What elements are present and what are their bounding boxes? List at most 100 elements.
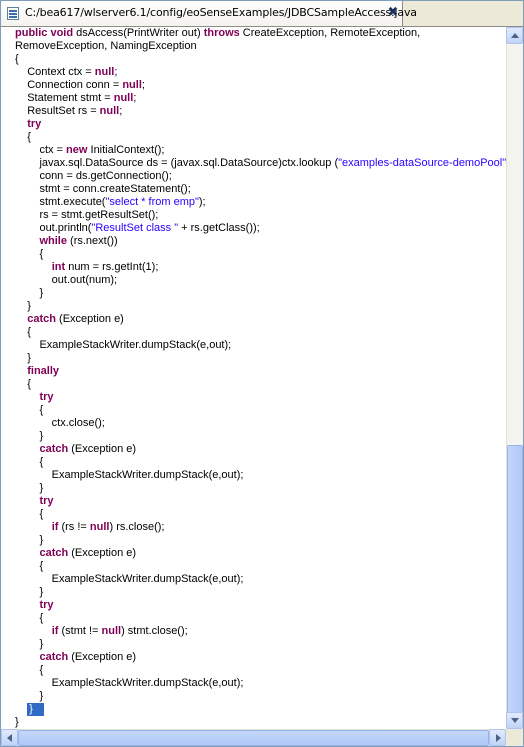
horizontal-scroll-thumb[interactable] bbox=[18, 730, 489, 746]
code-text[interactable]: public void dsAccess(PrintWriter out) th… bbox=[15, 27, 506, 729]
code-token: RemoveException, NamingException bbox=[15, 40, 197, 52]
code-token: ExampleStackWriter.dumpStack(e,out); bbox=[15, 339, 232, 351]
code-keyword: null bbox=[89, 521, 110, 533]
selected-brace: } bbox=[27, 703, 45, 716]
code-token: ctx.close(); bbox=[15, 417, 105, 429]
code-token: dsAccess(PrintWriter out) bbox=[73, 27, 204, 39]
code-token: Connection conn = bbox=[15, 79, 123, 91]
code-token: } bbox=[15, 638, 44, 650]
code-line: } bbox=[15, 703, 506, 716]
code-token: } bbox=[15, 716, 19, 728]
code-line: ctx = new InitialContext(); bbox=[15, 144, 506, 157]
code-token: (rs.next()) bbox=[66, 235, 118, 247]
code-line: ExampleStackWriter.dumpStack(e,out); bbox=[15, 677, 506, 690]
code-line: Connection conn = null; bbox=[15, 79, 506, 92]
code-token: CreateException, RemoteException, bbox=[239, 27, 421, 39]
code-token: num = rs.getInt(1); bbox=[65, 261, 159, 273]
code-line: ctx.close(); bbox=[15, 417, 506, 430]
arrow-down-icon[interactable] bbox=[506, 712, 523, 729]
code-token: ResultSet rs = bbox=[15, 105, 100, 117]
code-token: Context ctx = bbox=[15, 66, 95, 78]
code-line: RemoveException, NamingException bbox=[15, 40, 506, 53]
code-line: finally bbox=[15, 365, 506, 378]
vertical-scrollbar[interactable] bbox=[506, 27, 523, 729]
horizontal-scrollbar[interactable] bbox=[1, 729, 506, 746]
code-line: { bbox=[15, 456, 506, 469]
code-keyword: try bbox=[39, 391, 54, 403]
code-token: ctx = bbox=[15, 144, 67, 156]
code-token: (rs != bbox=[58, 521, 90, 533]
code-line: stmt.execute("select * from emp"); bbox=[15, 196, 506, 209]
code-line: } bbox=[15, 534, 506, 547]
code-token: (Exception e) bbox=[68, 547, 137, 559]
code-token: { bbox=[15, 248, 44, 260]
code-line: try bbox=[15, 495, 506, 508]
tab-bar: C:/bea617/wlserver6.1/config/eoSenseExam… bbox=[1, 1, 523, 27]
vertical-scroll-thumb[interactable] bbox=[507, 445, 523, 713]
code-line: while (rs.next()) bbox=[15, 235, 506, 248]
code-keyword: finally bbox=[27, 365, 60, 377]
code-line: } bbox=[15, 300, 506, 313]
code-token: stmt.execute( bbox=[15, 196, 106, 208]
arrow-up-icon[interactable] bbox=[506, 27, 523, 44]
code-string: "ResultSet class " bbox=[91, 222, 179, 234]
editor-tab[interactable]: C:/bea617/wlserver6.1/config/eoSenseExam… bbox=[1, 1, 417, 26]
code-keyword: null bbox=[99, 105, 120, 117]
code-line: { bbox=[15, 53, 506, 66]
code-line: if (stmt != null) stmt.close(); bbox=[15, 625, 506, 638]
code-keyword: new bbox=[66, 144, 88, 156]
code-editor[interactable]: public void dsAccess(PrintWriter out) th… bbox=[1, 27, 506, 729]
code-token: } bbox=[15, 300, 31, 312]
code-keyword: public bbox=[15, 27, 48, 39]
code-line: ResultSet rs = null; bbox=[15, 105, 506, 118]
code-keyword: try bbox=[27, 118, 42, 130]
code-line: catch (Exception e) bbox=[15, 547, 506, 560]
code-line: int num = rs.getInt(1); bbox=[15, 261, 506, 274]
code-line: } bbox=[15, 716, 506, 729]
code-token: + rs.getClass()); bbox=[178, 222, 260, 234]
code-line: Statement stmt = null; bbox=[15, 92, 506, 105]
code-line: { bbox=[15, 560, 506, 573]
code-token: ) rs.close(); bbox=[109, 521, 165, 533]
code-token: ); bbox=[198, 196, 206, 208]
code-line: { bbox=[15, 131, 506, 144]
code-token: { bbox=[15, 378, 31, 390]
code-line: } bbox=[15, 638, 506, 651]
arrow-right-icon[interactable] bbox=[489, 729, 506, 746]
code-line: catch (Exception e) bbox=[15, 313, 506, 326]
code-line: ExampleStackWriter.dumpStack(e,out); bbox=[15, 573, 506, 586]
code-line: public void dsAccess(PrintWriter out) th… bbox=[15, 27, 506, 40]
code-line: javax.sql.DataSource ds = (javax.sql.Dat… bbox=[15, 157, 506, 170]
code-token: javax.sql.DataSource ds = (javax.sql.Dat… bbox=[15, 157, 339, 169]
code-keyword: int bbox=[51, 261, 66, 273]
code-token: } bbox=[15, 287, 44, 299]
code-line: ExampleStackWriter.dumpStack(e,out); bbox=[15, 339, 506, 352]
close-tab-icon[interactable]: ✖ bbox=[386, 5, 400, 21]
code-token: stmt = conn.createStatement(); bbox=[15, 183, 191, 195]
code-string: "select * from emp" bbox=[105, 196, 199, 208]
code-token: { bbox=[15, 664, 44, 676]
code-keyword: catch bbox=[39, 443, 69, 455]
code-token: { bbox=[15, 53, 19, 65]
code-token: (stmt != bbox=[58, 625, 102, 637]
code-token: { bbox=[15, 560, 44, 572]
code-token: Statement stmt = bbox=[15, 92, 114, 104]
code-line: conn = ds.getConnection(); bbox=[15, 170, 506, 183]
code-line: Context ctx = null; bbox=[15, 66, 506, 79]
code-string: "examples-dataSource-demoPool" bbox=[338, 157, 506, 169]
arrow-left-icon[interactable] bbox=[1, 729, 18, 746]
code-line: try bbox=[15, 599, 506, 612]
code-line: { bbox=[15, 508, 506, 521]
code-keyword: throws bbox=[203, 27, 240, 39]
code-keyword: try bbox=[39, 495, 54, 507]
